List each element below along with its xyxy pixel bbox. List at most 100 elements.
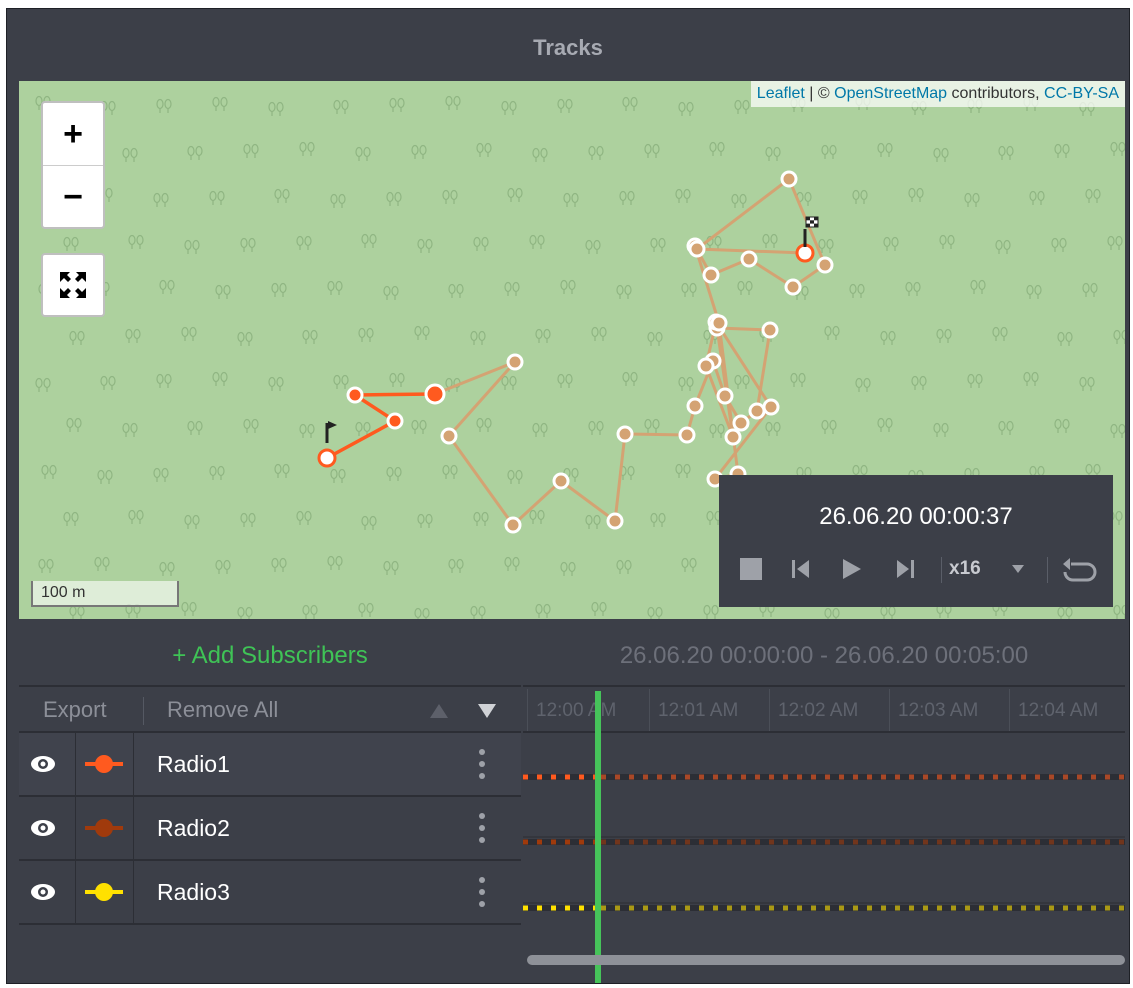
track-point[interactable]: [506, 353, 524, 371]
tree-icon: [681, 282, 697, 297]
license-link[interactable]: CC-BY-SA: [1044, 85, 1119, 102]
tree-icon: [240, 512, 256, 527]
horizontal-scrollbar[interactable]: [527, 955, 1125, 965]
track-point[interactable]: [716, 387, 734, 405]
tree-icon: [299, 141, 315, 156]
tree-icon: [588, 420, 604, 435]
start-marker[interactable]: [317, 448, 337, 468]
end-marker[interactable]: [795, 243, 815, 263]
play-button[interactable]: [833, 553, 869, 585]
sort-up-icon[interactable]: [429, 703, 449, 719]
track-point[interactable]: [440, 427, 458, 445]
timeline-cursor[interactable]: [595, 691, 601, 983]
tree-icon: [933, 147, 949, 162]
more-vertical-icon[interactable]: [477, 747, 487, 781]
tree-icon: [296, 510, 312, 525]
tree-icon: [591, 326, 607, 341]
loop-button[interactable]: [1055, 553, 1105, 585]
track-point[interactable]: [697, 357, 715, 375]
track-point[interactable]: [732, 414, 750, 432]
track-point[interactable]: [686, 397, 704, 415]
eye-icon[interactable]: [29, 752, 57, 776]
tree-icon: [501, 100, 517, 115]
track-point[interactable]: [780, 170, 798, 188]
tree-icon: [181, 326, 197, 341]
track-point[interactable]: [424, 383, 446, 405]
tree-icon: [762, 233, 778, 248]
track-color-icon[interactable]: [83, 816, 125, 840]
tree-icon: [237, 606, 253, 619]
tree-icon: [414, 325, 430, 340]
sort-down-icon[interactable]: [477, 703, 497, 719]
tree-icon: [69, 330, 85, 345]
tree-icon: [153, 467, 169, 482]
zoom-in-button[interactable]: +: [43, 103, 103, 166]
track-point[interactable]: [702, 266, 720, 284]
track-point[interactable]: [762, 398, 780, 416]
track-point[interactable]: [784, 278, 802, 296]
tree-icon: [622, 371, 638, 386]
tree-icon: [709, 423, 725, 438]
track-point[interactable]: [552, 472, 570, 490]
track-point[interactable]: [740, 250, 758, 268]
tree-icon: [734, 99, 750, 114]
tree-icon: [209, 190, 225, 205]
tree-icon: [1113, 604, 1125, 619]
tree-icon: [591, 601, 607, 616]
track-point[interactable]: [346, 386, 364, 404]
leaflet-link[interactable]: Leaflet: [757, 85, 805, 102]
track-point[interactable]: [688, 240, 706, 258]
tree-icon: [855, 377, 871, 392]
speed-select[interactable]: x16: [949, 553, 1047, 585]
more-vertical-icon[interactable]: [477, 875, 487, 909]
tree-icon: [476, 417, 492, 432]
remove-all-button[interactable]: Remove All: [167, 697, 278, 723]
track-point[interactable]: [761, 321, 779, 339]
tree-icon: [411, 419, 427, 434]
tracks-window: Tracks Leaflet | © OpenStreetMap contrib…: [6, 8, 1130, 984]
skip-back-button[interactable]: [783, 553, 819, 585]
tree-icon: [448, 558, 464, 573]
track-point[interactable]: [678, 426, 696, 444]
track-point[interactable]: [748, 402, 766, 420]
export-button[interactable]: Export: [43, 697, 107, 723]
subscriber-row[interactable]: Radio2: [19, 797, 521, 861]
subscriber-row[interactable]: Radio1: [19, 733, 521, 797]
tree-icon: [703, 604, 719, 619]
add-subscribers-button[interactable]: + Add Subscribers: [19, 621, 521, 687]
track-color-icon[interactable]: [83, 880, 125, 904]
tree-icon: [383, 560, 399, 575]
more-vertical-icon[interactable]: [477, 811, 487, 845]
tree-icon: [302, 604, 318, 619]
tree-icon: [1082, 282, 1098, 297]
tree-icon: [215, 284, 231, 299]
track-point[interactable]: [386, 412, 404, 430]
track-point[interactable]: [616, 425, 634, 443]
track-point[interactable]: [504, 516, 522, 534]
tree-icon: [1079, 376, 1095, 391]
track-color-icon[interactable]: [83, 752, 125, 776]
skip-forward-button[interactable]: [887, 553, 923, 585]
fullscreen-button[interactable]: [41, 253, 105, 317]
track-point[interactable]: [724, 428, 742, 446]
stop-button[interactable]: [733, 553, 769, 585]
eye-icon[interactable]: [29, 816, 57, 840]
tree-icon: [125, 328, 141, 343]
zoom-out-button[interactable]: −: [43, 166, 103, 228]
track-point[interactable]: [606, 512, 624, 530]
tree-icon: [644, 143, 660, 158]
subscriber-row[interactable]: Radio3: [19, 861, 521, 925]
tree-icon: [386, 466, 402, 481]
attribution-separator: | ©: [804, 85, 835, 102]
tree-icon: [38, 558, 54, 573]
tree-icon: [389, 97, 405, 112]
map-view[interactable]: Leaflet | © OpenStreetMap contributors, …: [19, 81, 1125, 619]
eye-icon[interactable]: [29, 880, 57, 904]
track-point[interactable]: [816, 256, 834, 274]
tree-icon: [442, 189, 458, 204]
openstreetmap-link[interactable]: OpenStreetMap: [834, 85, 947, 102]
timeline-panel[interactable]: 26.06.20 00:00:00 - 26.06.20 00:05:00 12…: [523, 621, 1125, 983]
track-point[interactable]: [710, 314, 728, 332]
tree-icon: [156, 98, 172, 113]
subscriber-name: Radio2: [157, 815, 230, 841]
